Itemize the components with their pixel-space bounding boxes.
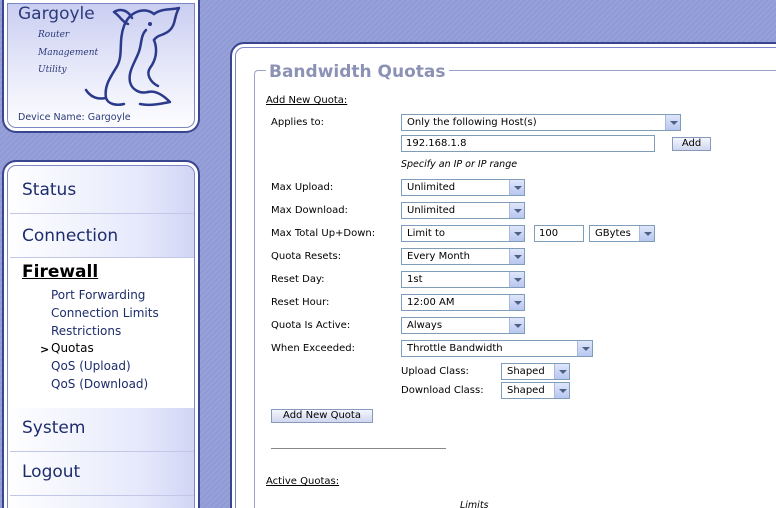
ip-range-hint: Specify an IP or IP range <box>401 159 518 170</box>
add-new-quota-button[interactable]: Add New Quota <box>271 409 373 423</box>
nav-item-qos-download[interactable]: QoS (Download) <box>51 377 148 391</box>
chevron-down-icon <box>509 318 524 333</box>
logo-subtitle-utility: Utility <box>38 65 67 75</box>
max-total-select[interactable]: Limit to <box>401 225 525 242</box>
quota-resets-value: Every Month <box>407 251 470 262</box>
quota-resets-select[interactable]: Every Month <box>401 248 525 265</box>
applies-to-select[interactable]: Only the following Host(s) <box>401 114 681 131</box>
quota-resets-label: Quota Resets: <box>271 251 342 262</box>
max-upload-label: Max Upload: <box>271 182 334 193</box>
reset-hour-label: Reset Hour: <box>271 297 330 308</box>
nav-firewall-section: Firewall Port Forwarding Connection Limi… <box>10 258 194 408</box>
gargoyle-logo-icon <box>84 6 181 107</box>
chevron-down-icon <box>509 295 524 310</box>
upload-class-label: Upload Class: <box>401 366 469 377</box>
nav-system[interactable]: System <box>10 418 194 452</box>
chevron-down-icon <box>554 364 569 379</box>
chevron-down-icon <box>509 203 524 218</box>
applies-to-value: Only the following Host(s) <box>407 117 537 128</box>
when-exceeded-select[interactable]: Throttle Bandwidth <box>401 340 593 357</box>
max-total-unit-select[interactable]: GBytes <box>589 225 655 242</box>
device-name: Device Name: Gargoyle <box>18 112 131 123</box>
max-total-amount-input[interactable] <box>534 225 584 242</box>
nav-item-port-forwarding[interactable]: Port Forwarding <box>51 288 145 302</box>
quota-active-select[interactable]: Always <box>401 317 525 334</box>
nav-item-qos-upload[interactable]: QoS (Upload) <box>51 359 131 373</box>
applies-to-label: Applies to: <box>271 117 325 128</box>
max-total-label: Max Total Up+Down: <box>271 228 376 239</box>
reset-day-label: Reset Day: <box>271 274 325 285</box>
nav-item-quotas[interactable]: Quotas <box>51 341 94 355</box>
chevron-down-icon <box>577 341 592 356</box>
nav-item-restrictions[interactable]: Restrictions <box>51 324 121 338</box>
quota-active-label: Quota Is Active: <box>271 320 351 331</box>
page-title: Bandwidth Quotas <box>266 62 449 82</box>
when-exceeded-label: When Exceeded: <box>271 343 355 354</box>
add-new-quota-heading: Add New Quota: <box>266 95 348 106</box>
nav-status[interactable]: Status <box>10 180 194 214</box>
sidebar-nav: Status Connection Firewall Port Forwardi… <box>2 160 200 508</box>
upload-class-select[interactable]: Shaped <box>501 363 570 380</box>
chevron-down-icon <box>509 249 524 264</box>
max-total-value: Limit to <box>407 228 446 239</box>
max-download-label: Max Download: <box>271 205 348 216</box>
max-upload-value: Unlimited <box>407 182 456 193</box>
logo-box: Gargoyle Router Management Utility Devic… <box>2 0 200 133</box>
limits-column-header: Limits <box>460 500 489 508</box>
max-upload-select[interactable]: Unlimited <box>401 179 525 196</box>
active-quotas-heading: Active Quotas: <box>266 476 340 487</box>
nav-item-connection-limits[interactable]: Connection Limits <box>51 306 159 320</box>
max-download-value: Unlimited <box>407 205 456 216</box>
nav-firewall[interactable]: Firewall <box>22 262 98 282</box>
chevron-down-icon <box>509 226 524 241</box>
when-exceeded-value: Throttle Bandwidth <box>407 343 503 354</box>
download-class-label: Download Class: <box>401 385 484 396</box>
chevron-down-icon <box>639 226 654 241</box>
divider <box>271 448 446 449</box>
reset-day-select[interactable]: 1st <box>401 271 525 288</box>
max-download-select[interactable]: Unlimited <box>401 202 525 219</box>
active-arrow-icon: > <box>40 343 50 356</box>
nav-logout[interactable]: Logout <box>10 462 194 496</box>
chevron-down-icon <box>554 383 569 398</box>
logo-subtitle-router: Router <box>38 30 70 40</box>
host-input[interactable] <box>401 135 655 152</box>
reset-day-value: 1st <box>407 274 423 285</box>
nav-connection[interactable]: Connection <box>10 226 194 258</box>
chevron-down-icon <box>509 180 524 195</box>
add-host-button[interactable]: Add <box>672 137 711 151</box>
reset-hour-value: 12:00 AM <box>407 297 455 308</box>
download-class-select[interactable]: Shaped <box>501 382 570 399</box>
chevron-down-icon <box>665 115 680 130</box>
reset-hour-select[interactable]: 12:00 AM <box>401 294 525 311</box>
quota-active-value: Always <box>407 320 443 331</box>
chevron-down-icon <box>509 272 524 287</box>
